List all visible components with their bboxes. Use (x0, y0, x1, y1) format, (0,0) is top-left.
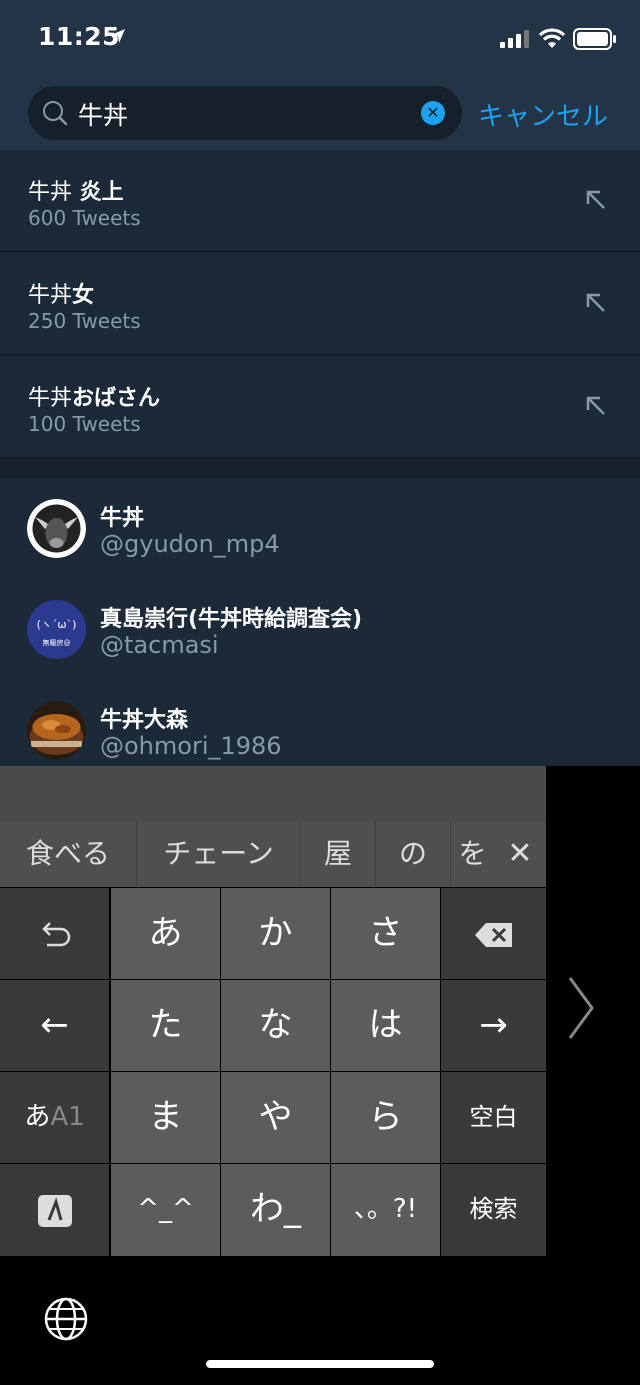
user-name: 牛丼 (100, 506, 145, 531)
search-suggestion[interactable]: 牛丼女 250 Tweets (0, 253, 640, 355)
kana-key[interactable]: な (221, 980, 330, 1071)
search-input[interactable]: 牛丼 ✕ (28, 86, 462, 140)
candidate-word[interactable]: の (376, 821, 451, 887)
suggestion-count: 250 Tweets (28, 309, 141, 333)
kana-key[interactable]: さ (331, 888, 440, 979)
home-indicator[interactable] (206, 1360, 434, 1368)
search-query[interactable]: 牛丼 (78, 96, 128, 132)
section-divider (0, 458, 640, 478)
kana-key[interactable]: あ (111, 888, 220, 979)
undo-key[interactable] (0, 888, 109, 979)
cursor-right-key[interactable]: → (441, 980, 546, 1071)
user-result[interactable]: 牛丼 @gyudon_mp4 (0, 478, 640, 580)
candidate-word[interactable]: 食べる (0, 821, 137, 887)
small-kana-toggle-icon (37, 1194, 72, 1227)
candidate-bar: 食べる チェーン 屋 の を ✕ (0, 821, 546, 887)
suggestion-text: 牛丼 炎上 (28, 180, 124, 205)
status-bar: 11:25 (0, 0, 640, 80)
space-key[interactable]: 空白 (441, 1072, 546, 1163)
cursor-left-key[interactable]: ← (0, 980, 109, 1071)
fill-query-arrow-icon[interactable] (584, 188, 608, 216)
suggestion-count: 600 Tweets (28, 206, 141, 230)
close-candidates-icon[interactable]: ✕ (494, 821, 546, 887)
user-name: 牛丼大森 (100, 708, 189, 733)
japanese-keyboard: 食べる チェーン 屋 の を ✕ あ か さ ← た な は → あA1 ま や… (0, 766, 640, 1385)
user-name: 真島崇行(牛丼時給調査会) (100, 607, 363, 632)
wifi-icon (538, 27, 566, 53)
suggestion-count: 100 Tweets (28, 412, 141, 436)
candidate-word[interactable]: 屋 (301, 821, 376, 887)
chevron-right-icon[interactable] (566, 976, 596, 1056)
emoticon-key[interactable]: ^_^ (111, 1164, 220, 1256)
avatar: (ヽ´ω`) 無暖房@ (27, 600, 86, 659)
undo-icon (41, 921, 70, 946)
kana-key[interactable]: わ_ (221, 1164, 330, 1256)
search-header: 牛丼 ✕ キャンセル (0, 80, 640, 150)
input-mode-key[interactable]: あA1 (0, 1072, 109, 1163)
user-handle: @ohmori_1986 (100, 732, 282, 760)
kana-key[interactable]: た (111, 980, 220, 1071)
fill-query-arrow-icon[interactable] (584, 394, 608, 422)
cancel-button[interactable]: キャンセル (478, 96, 608, 133)
avatar (27, 499, 86, 558)
candidate-word[interactable]: を (451, 821, 494, 887)
suggestion-text: 牛丼女 (28, 283, 95, 308)
suggestion-text: 牛丼おばさん (28, 386, 161, 411)
user-result[interactable]: 牛丼大森 @ohmori_1986 (0, 680, 640, 766)
search-suggestion[interactable]: 牛丼おばさん 100 Tweets (0, 356, 640, 458)
kana-key[interactable]: か (221, 888, 330, 979)
cellular-signal-icon (500, 30, 530, 52)
status-time: 11:25 (38, 22, 121, 51)
keyboard-input-strip (0, 766, 546, 821)
user-handle: @gyudon_mp4 (100, 530, 280, 558)
kana-key[interactable]: ら (331, 1072, 440, 1163)
kana-key[interactable]: ま (111, 1072, 220, 1163)
backspace-icon (474, 922, 512, 947)
dakuten-key[interactable] (0, 1164, 109, 1256)
fill-query-arrow-icon[interactable] (584, 291, 608, 319)
search-key[interactable]: 検索 (441, 1164, 546, 1256)
avatar (27, 701, 86, 760)
user-result[interactable]: (ヽ´ω`) 無暖房@ 真島崇行(牛丼時給調査会) @tacmasi (0, 579, 640, 681)
search-suggestion[interactable]: 牛丼 炎上 600 Tweets (0, 150, 640, 252)
battery-icon (573, 28, 617, 54)
globe-icon[interactable] (43, 1296, 89, 1346)
delete-key[interactable] (441, 888, 546, 979)
candidate-word[interactable]: チェーン (137, 821, 301, 887)
punctuation-key[interactable]: 、。?! (331, 1164, 440, 1256)
kana-key[interactable]: や (221, 1072, 330, 1163)
search-icon (42, 100, 68, 130)
location-arrow-icon (110, 28, 126, 48)
user-handle: @tacmasi (100, 631, 219, 659)
kana-key[interactable]: は (331, 980, 440, 1071)
clear-search-icon[interactable]: ✕ (421, 101, 445, 125)
